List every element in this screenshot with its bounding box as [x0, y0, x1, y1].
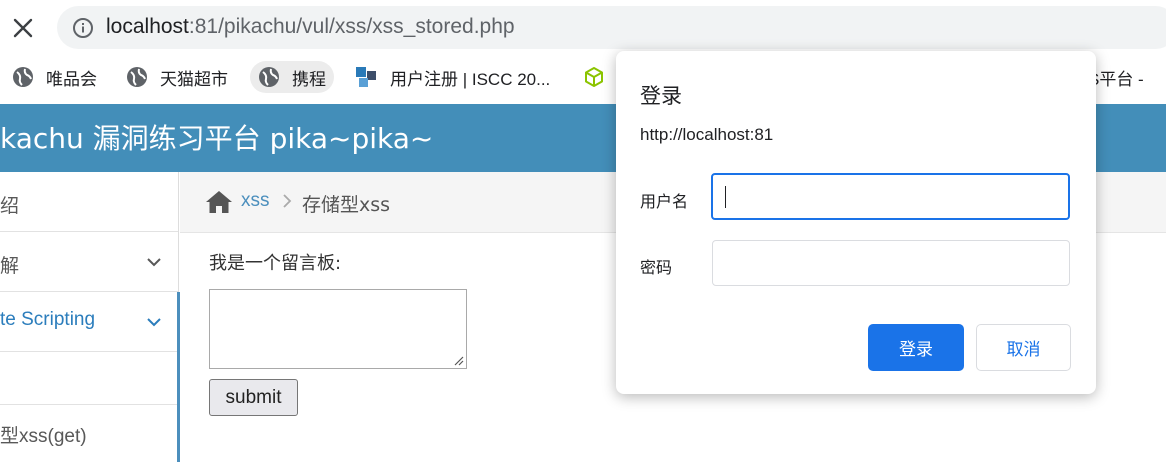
- sidebar: 绍 解 te Scripting 型xss(get): [0, 172, 179, 462]
- username-label: 用户名: [640, 192, 689, 211]
- bookmark-label: 唯品会: [46, 69, 97, 89]
- globe-icon: [127, 67, 147, 87]
- bookmark-ctrip[interactable]: 携程: [250, 61, 334, 93]
- bookmark-label: 携程: [292, 69, 326, 89]
- bookmark-iscc[interactable]: 用户注册 | ISCC 20...: [354, 61, 550, 93]
- bookmark-cube[interactable]: [583, 61, 617, 93]
- cancel-button[interactable]: 取消: [976, 324, 1071, 371]
- bookmark-label: 天猫超市: [160, 69, 228, 89]
- sidebar-item-label: 型xss(get): [0, 426, 87, 447]
- message-board-label: 我是一个留言板:: [209, 253, 342, 274]
- text-caret: [725, 186, 726, 208]
- site-title: kachu 漏洞练习平台 pika~pika~: [0, 122, 434, 155]
- sidebar-active-indicator: [177, 292, 180, 462]
- submit-button[interactable]: submit: [209, 379, 298, 416]
- info-icon[interactable]: [72, 17, 94, 39]
- breadcrumb-link-xss[interactable]: xss: [241, 190, 270, 212]
- sidebar-item-label: 绍: [0, 196, 20, 217]
- resize-handle-icon[interactable]: [452, 354, 464, 366]
- sidebar-item-label: te Scripting: [0, 309, 96, 330]
- sidebar-item-xss[interactable]: te Scripting: [0, 292, 178, 352]
- sidebar-subitem-reflected-get[interactable]: 型xss(get): [0, 405, 178, 462]
- bookmark-tmall[interactable]: 天猫超市: [126, 61, 228, 93]
- login-button[interactable]: 登录: [868, 324, 964, 371]
- chevron-right-icon: [281, 193, 293, 213]
- chevron-down-icon: [147, 318, 161, 327]
- sidebar-item-guide[interactable]: 解: [0, 232, 178, 292]
- cube-icon: [585, 67, 603, 87]
- password-input[interactable]: [712, 240, 1070, 286]
- sidebar-item-label: 解: [0, 256, 20, 277]
- bookmark-vip[interactable]: 唯品会: [12, 61, 97, 93]
- globe-icon: [13, 67, 33, 87]
- sidebar-item-intro[interactable]: 绍: [0, 172, 178, 232]
- dialog-origin: http://localhost:81: [640, 125, 774, 144]
- bookmark-label: 用户注册 | ISCC 20...: [390, 69, 551, 89]
- password-label: 密码: [640, 258, 673, 277]
- url-path: :81/pikachu/vul/xss/xss_stored.php: [188, 15, 515, 38]
- bookmark-label: S平台 -: [1088, 69, 1144, 89]
- message-textarea[interactable]: [209, 289, 467, 369]
- iscc-logo-icon: [356, 67, 376, 87]
- breadcrumb-current: 存储型xss: [302, 194, 391, 216]
- globe-icon: [259, 67, 279, 87]
- bookmark-platform[interactable]: S平台 -: [1088, 61, 1144, 93]
- chevron-down-icon: [147, 258, 161, 267]
- username-input[interactable]: [711, 173, 1070, 220]
- home-icon[interactable]: [205, 190, 233, 218]
- url-host: localhost: [106, 15, 189, 38]
- dialog-title: 登录: [640, 84, 682, 108]
- sidebar-subitem[interactable]: [0, 352, 178, 405]
- url-text[interactable]: localhost:81/pikachu/vul/xss/xss_stored.…: [106, 13, 515, 41]
- close-icon[interactable]: [8, 13, 38, 43]
